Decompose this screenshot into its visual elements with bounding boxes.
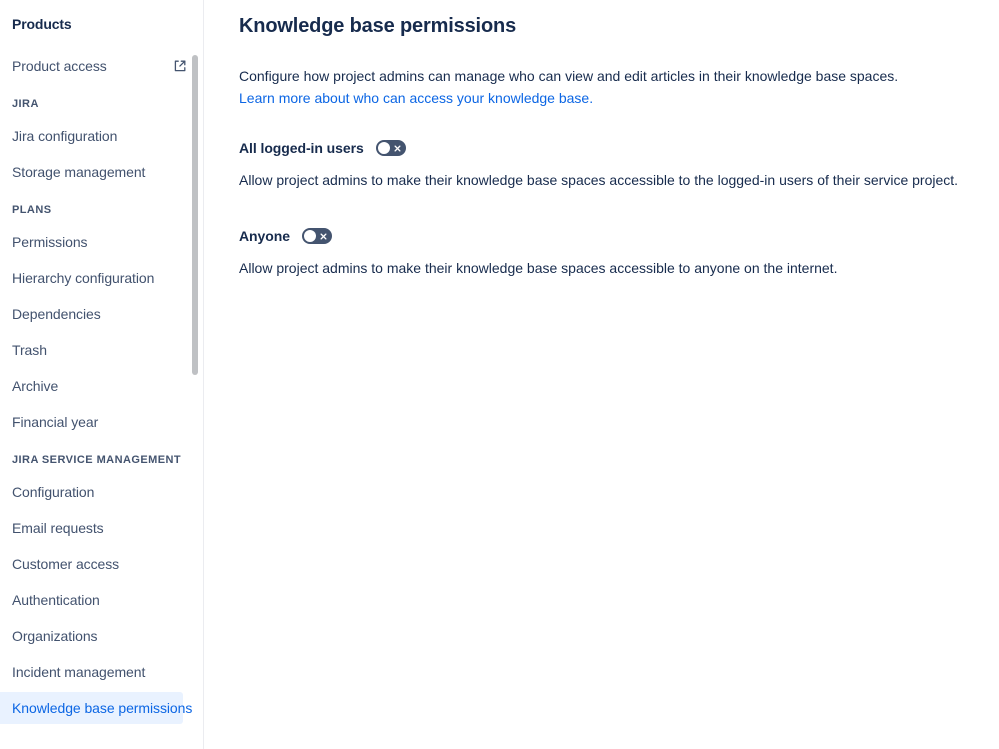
toggle-knob (303, 230, 316, 242)
sidebar-item-knowledge-base-permissions[interactable]: Knowledge base permissions (0, 692, 192, 724)
sidebar-item-archive[interactable]: Archive (0, 370, 203, 402)
sidebar-item-label: Financial year (12, 414, 99, 430)
sidebar-item-dependencies[interactable]: Dependencies (0, 298, 203, 330)
setting-header: All logged-in users (239, 138, 967, 158)
sidebar-item-label: Permissions (12, 234, 88, 250)
sidebar-group-jira-service-management: JIRA SERVICE MANAGEMENT Configuration Em… (0, 452, 203, 724)
learn-more-link[interactable]: Learn more about who can access your kno… (239, 88, 593, 108)
sidebar-item-label: Trash (12, 342, 47, 358)
setting-title: All logged-in users (239, 140, 364, 156)
setting-anyone: Anyone Allow project admins to make thei… (239, 226, 967, 278)
setting-header: Anyone (239, 226, 967, 246)
sidebar-item-configuration[interactable]: Configuration (0, 476, 203, 508)
sidebar-group-products: Product access (0, 50, 203, 82)
sidebar-item-product-access[interactable]: Product access (0, 50, 203, 82)
sidebar-item-incident-management[interactable]: Incident management (0, 656, 203, 688)
external-link-icon (172, 58, 188, 74)
setting-all-logged-in-users: All logged-in users Allow project admins… (239, 138, 967, 190)
page-description: Configure how project admins can manage … (239, 68, 899, 84)
sidebar-item-label: Authentication (12, 592, 100, 608)
toggle-knob (377, 142, 390, 154)
sidebar-item-label: Product access (12, 58, 107, 74)
sidebar-item-financial-year[interactable]: Financial year (0, 406, 203, 438)
close-icon (393, 144, 402, 153)
sidebar-item-label: Storage management (12, 164, 146, 180)
sidebar-item-label: Knowledge base permissions (12, 700, 193, 716)
sidebar-item-label: Organizations (12, 628, 98, 644)
sidebar-item-label: Configuration (12, 484, 95, 500)
sidebar-item-label: Email requests (12, 520, 104, 536)
sidebar-scroll-region: Products Product access JIRA Jira config… (0, 0, 203, 749)
sidebar-item-organizations[interactable]: Organizations (0, 620, 203, 652)
settings-page: Products Product access JIRA Jira config… (0, 0, 999, 749)
sidebar-item-label: Customer access (12, 556, 120, 572)
sidebar-item-label: Hierarchy configuration (12, 270, 155, 286)
sidebar-item-label: Dependencies (12, 306, 101, 322)
sidebar-item-authentication[interactable]: Authentication (0, 584, 203, 616)
sidebar-item-hierarchy-configuration[interactable]: Hierarchy configuration (0, 262, 203, 294)
sidebar-item-email-requests[interactable]: Email requests (0, 512, 203, 544)
sidebar-item-label: Archive (12, 378, 59, 394)
sidebar: Products Product access JIRA Jira config… (0, 0, 204, 749)
toggle-anyone[interactable] (301, 228, 332, 244)
sidebar-item-label: Jira configuration (12, 128, 118, 144)
sidebar-scrollbar-thumb[interactable] (192, 55, 198, 375)
setting-description: Allow project admins to make their knowl… (239, 260, 838, 276)
setting-title: Anyone (239, 228, 290, 244)
setting-description: Allow project admins to make their knowl… (239, 172, 959, 188)
main-content: Knowledge base permissions Configure how… (204, 0, 999, 749)
sidebar-section-label-plans: PLANS (12, 204, 52, 216)
close-icon (319, 232, 328, 241)
sidebar-group-jira: JIRA Jira configuration Storage manageme… (0, 96, 203, 188)
toggle-all-logged-in-users[interactable] (375, 140, 406, 156)
page-title: Knowledge base permissions (239, 15, 517, 37)
sidebar-header: Products (12, 16, 72, 32)
sidebar-item-storage-management[interactable]: Storage management (0, 156, 203, 188)
sidebar-item-permissions[interactable]: Permissions (0, 226, 203, 258)
sidebar-section-label-jira: JIRA (12, 98, 39, 110)
sidebar-item-jira-configuration[interactable]: Jira configuration (0, 120, 203, 152)
sidebar-item-trash[interactable]: Trash (0, 334, 203, 366)
sidebar-section-label-jira-service-management: JIRA SERVICE MANAGEMENT (12, 454, 182, 466)
sidebar-group-plans: PLANS Permissions Hierarchy configuratio… (0, 202, 203, 438)
sidebar-item-customer-access[interactable]: Customer access (0, 548, 203, 580)
sidebar-item-label: Incident management (12, 664, 146, 680)
